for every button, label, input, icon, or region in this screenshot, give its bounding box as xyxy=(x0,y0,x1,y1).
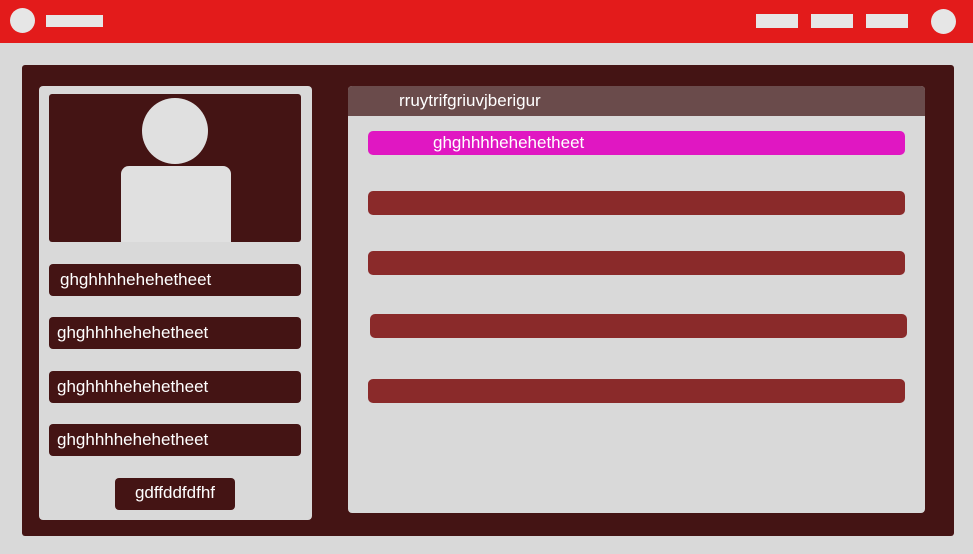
user-avatar-icon[interactable] xyxy=(931,9,956,34)
avatar-head-icon xyxy=(142,98,208,164)
sidebar-action-button[interactable]: gdffddfdfhf xyxy=(115,478,235,510)
content-panel: rruytrifgriuvjberigur ghghhhhehehetheet xyxy=(348,86,925,513)
list-row[interactable] xyxy=(368,379,905,403)
list-row-active[interactable]: ghghhhhehehetheet xyxy=(368,131,905,155)
sidebar-item[interactable]: ghghhhhehehetheet xyxy=(49,371,301,403)
profile-avatar xyxy=(49,94,301,242)
content-header-title: rruytrifgriuvjberigur xyxy=(348,86,925,116)
sidebar-item[interactable]: ghghhhhehehetheet xyxy=(49,424,301,456)
sidebar-item[interactable]: ghghhhhehehetheet xyxy=(49,264,301,296)
nav-menu-item-3[interactable] xyxy=(866,14,908,28)
list-row[interactable] xyxy=(368,191,905,215)
top-bar xyxy=(0,0,973,43)
avatar-body-icon xyxy=(121,166,231,242)
nav-menu-item-2[interactable] xyxy=(811,14,853,28)
sidebar-item[interactable]: ghghhhhehehetheet xyxy=(49,317,301,349)
nav-menu-item-1[interactable] xyxy=(756,14,798,28)
app-title-placeholder xyxy=(46,15,103,27)
list-row[interactable] xyxy=(370,314,907,338)
list-row[interactable] xyxy=(368,251,905,275)
logo-icon[interactable] xyxy=(10,8,35,33)
